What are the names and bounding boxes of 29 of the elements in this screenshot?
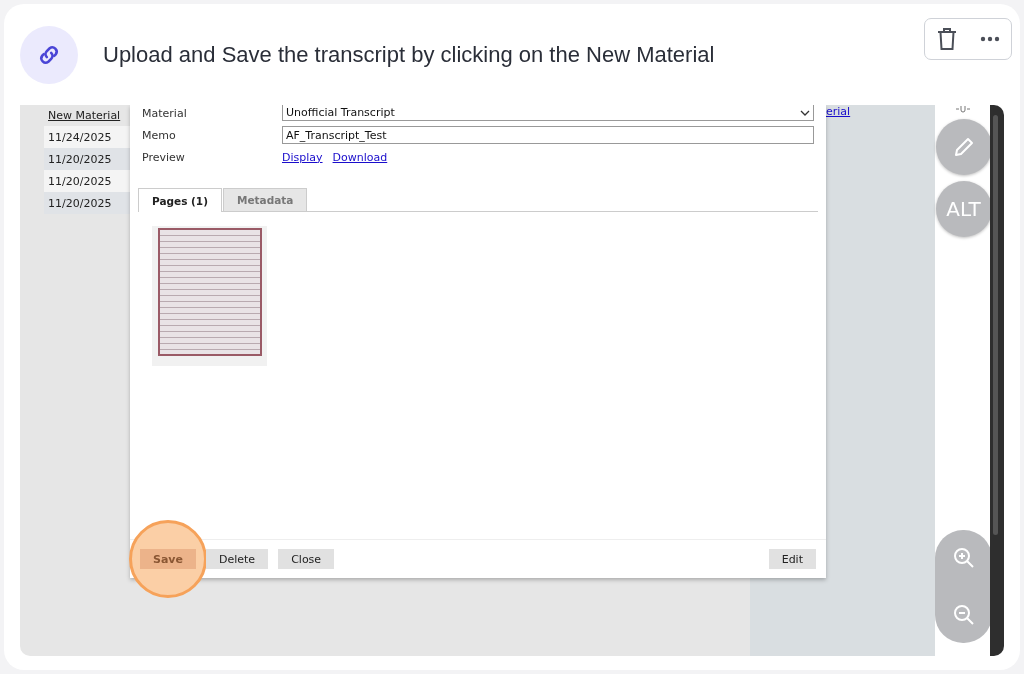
handle-icon [954,105,971,115]
tab[interactable]: Metadata [222,188,308,211]
date-cell: 11/24/2025 [44,126,130,148]
dialog-button[interactable]: Close [278,549,335,569]
field-label: Memo [142,128,177,142]
date-cell: 11/20/2025 [44,192,130,214]
date-cell: 11/20/2025 [44,170,130,192]
dialog-button[interactable]: Delete [206,549,269,569]
page-thumbnail[interactable] [152,226,267,366]
pencil-button[interactable] [935,119,992,175]
trash-icon [936,27,958,51]
date-cell: 11/20/2025 [44,148,130,170]
zoom-in-icon [952,547,975,570]
preview-link[interactable]: Display [282,150,323,164]
edit-button[interactable]: Edit [768,549,816,569]
field-label: Material [142,106,188,120]
new-material-link[interactable]: erial [826,105,851,118]
scrollbar[interactable] [990,105,1004,656]
tab[interactable]: Pages (1) [138,188,222,212]
chevron-down-icon [800,109,810,116]
more-button[interactable] [978,34,1002,44]
material-select[interactable]: Unofficial Transcript [282,105,814,121]
new-material-link[interactable]: New Material [44,105,130,126]
field-label: Preview [142,150,186,164]
memo-field[interactable]: AF_Transcript_Test [282,126,814,144]
more-icon [980,36,1000,42]
step-title: Upload and Save the transcript by clicking on the New Material [103,41,716,68]
preview-link[interactable]: Download [332,150,388,164]
zoom-out-icon [952,603,975,626]
